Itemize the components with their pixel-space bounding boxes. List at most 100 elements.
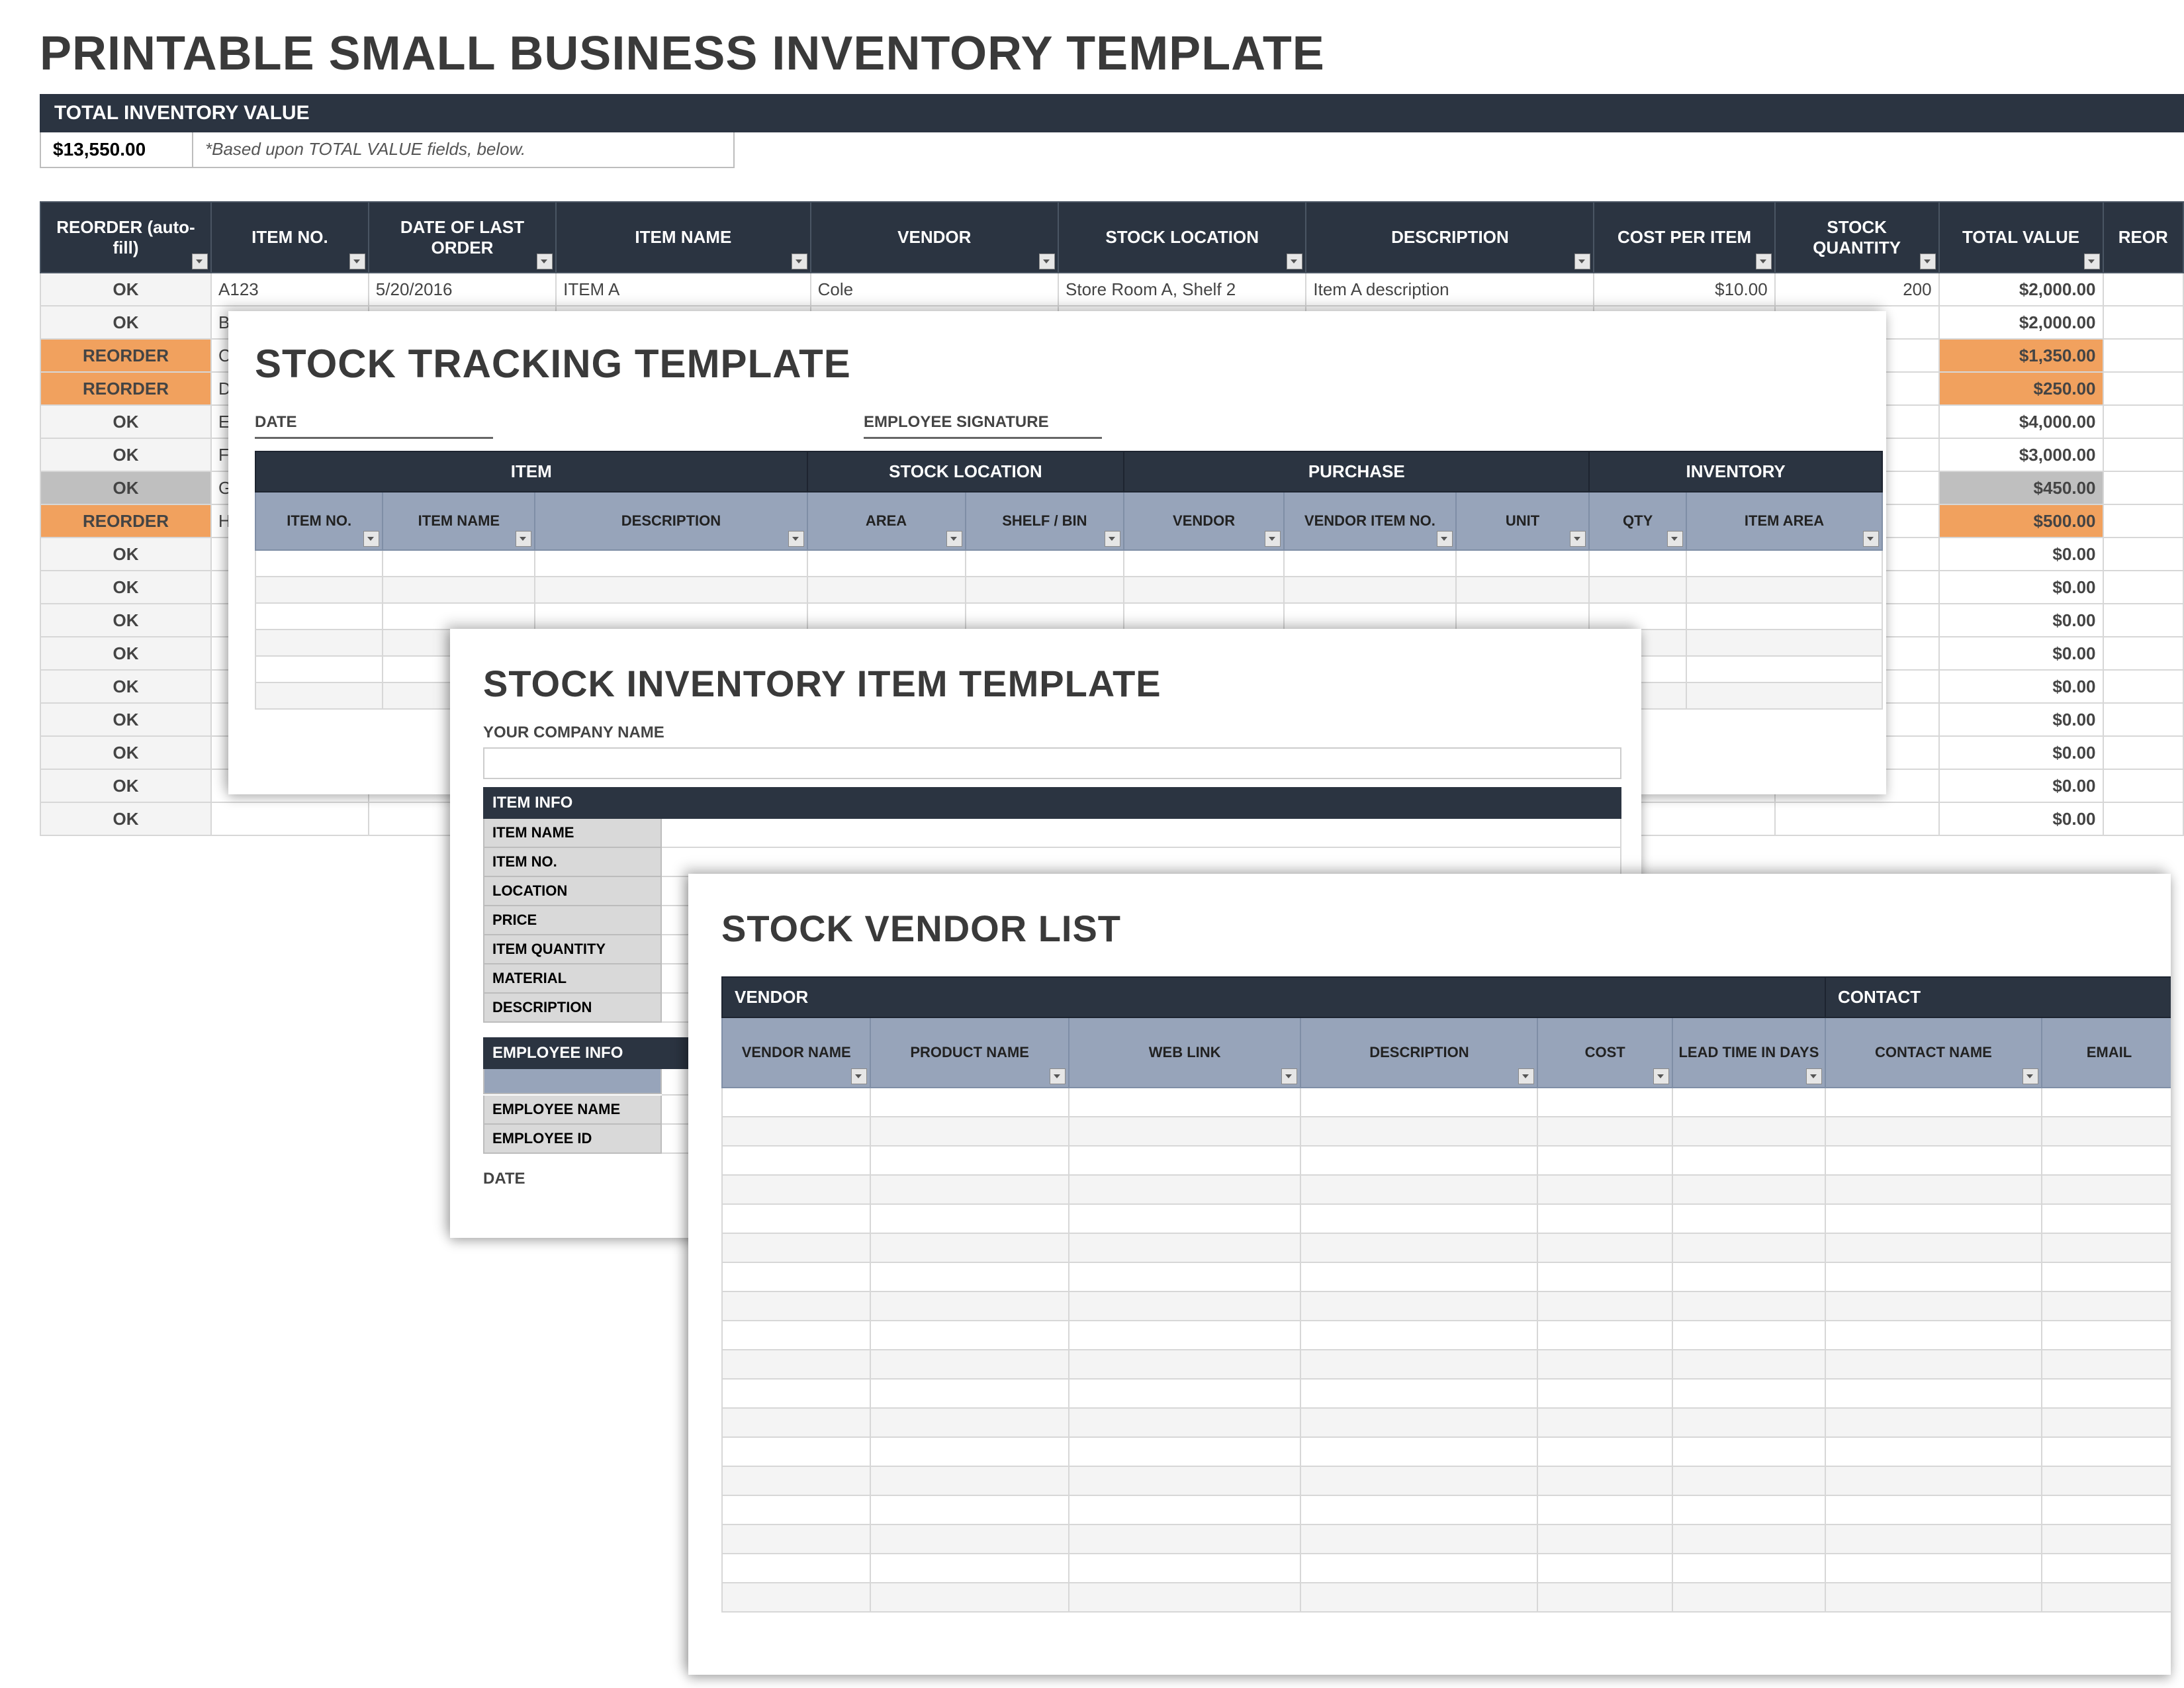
sub-item-name[interactable]: ITEM NAME <box>383 492 535 550</box>
cell-reor-cut[interactable] <box>2103 670 2184 703</box>
col-item-name[interactable]: ITEM NAME <box>556 202 811 273</box>
col-cost[interactable]: COST PER ITEM <box>1594 202 1774 273</box>
cell-qty[interactable] <box>1775 802 1939 835</box>
col-vendor[interactable]: VENDOR <box>811 202 1058 273</box>
sub-cost[interactable]: COST <box>1537 1017 1672 1088</box>
cell-reor-cut[interactable] <box>2103 571 2184 604</box>
col-item-no[interactable]: ITEM NO. <box>211 202 369 273</box>
sub-unit[interactable]: UNIT <box>1456 492 1589 550</box>
cell-reor-cut[interactable] <box>2103 802 2184 835</box>
filter-icon[interactable] <box>192 254 208 269</box>
sub-description[interactable]: DESCRIPTION <box>535 492 807 550</box>
filter-icon[interactable] <box>1667 531 1683 547</box>
reorder-status: OK <box>40 703 211 736</box>
sub-shelf[interactable]: SHELF / BIN <box>966 492 1124 550</box>
filter-icon[interactable] <box>1281 1068 1297 1084</box>
table-row <box>255 577 1882 603</box>
col-stock-location[interactable]: STOCK LOCATION <box>1058 202 1306 273</box>
form-label: PRICE <box>483 906 662 935</box>
reorder-status: REORDER <box>40 339 211 372</box>
sub-item-no[interactable]: ITEM NO. <box>255 492 383 550</box>
panel-title: STOCK VENDOR LIST <box>721 907 2171 950</box>
filter-icon[interactable] <box>851 1068 867 1084</box>
filter-icon[interactable] <box>1265 531 1281 547</box>
filter-icon[interactable] <box>1518 1068 1534 1084</box>
col-total[interactable]: TOTAL VALUE <box>1939 202 2103 273</box>
table-row <box>722 1233 2171 1262</box>
sub-email[interactable]: EMAIL <box>2042 1017 2171 1088</box>
filter-icon[interactable] <box>792 254 807 269</box>
cell-reor-cut[interactable] <box>2103 471 2184 504</box>
date-input-line[interactable] <box>255 433 493 439</box>
cell-reor-cut[interactable] <box>2103 372 2184 405</box>
table-row <box>722 1379 2171 1408</box>
cell-reor-cut[interactable] <box>2103 306 2184 339</box>
cell-reor-cut[interactable] <box>2103 504 2184 538</box>
col-reorder[interactable]: REORDER (auto-fill) <box>40 202 211 273</box>
form-label: ITEM NAME <box>483 819 662 848</box>
cell-reor-cut[interactable] <box>2103 703 2184 736</box>
cell-reor-cut[interactable] <box>2103 637 2184 670</box>
cell-reor-cut[interactable] <box>2103 769 2184 802</box>
cell-reor-cut[interactable] <box>2103 405 2184 438</box>
reorder-status: OK <box>40 405 211 438</box>
sub-description[interactable]: DESCRIPTION <box>1300 1017 1537 1088</box>
filter-icon[interactable] <box>1437 531 1453 547</box>
filter-icon[interactable] <box>1920 254 1936 269</box>
sub-vendor-name[interactable]: VENDOR NAME <box>722 1017 870 1088</box>
cell-description[interactable]: Item A description <box>1306 273 1594 306</box>
filter-icon[interactable] <box>1653 1068 1669 1084</box>
cell-reor-cut[interactable] <box>2103 538 2184 571</box>
filter-icon[interactable] <box>363 531 379 547</box>
reorder-status: REORDER <box>40 372 211 405</box>
cell-qty[interactable]: 200 <box>1775 273 1939 306</box>
cell-stock-location[interactable]: Store Room A, Shelf 2 <box>1058 273 1306 306</box>
col-date[interactable]: DATE OF LAST ORDER <box>369 202 556 273</box>
sub-area[interactable]: AREA <box>807 492 966 550</box>
signature-input-line[interactable] <box>864 433 1102 439</box>
filter-icon[interactable] <box>537 254 553 269</box>
filter-icon[interactable] <box>516 531 531 547</box>
form-value[interactable] <box>662 848 1621 877</box>
filter-icon[interactable] <box>788 531 804 547</box>
form-value[interactable] <box>662 819 1621 848</box>
cell-reor-cut[interactable] <box>2103 736 2184 769</box>
col-qty[interactable]: STOCK QUANTITY <box>1775 202 1939 273</box>
filter-icon[interactable] <box>1806 1068 1822 1084</box>
filter-icon[interactable] <box>946 531 962 547</box>
cell-date[interactable]: 5/20/2016 <box>369 273 556 306</box>
cell-vendor[interactable]: Cole <box>811 273 1058 306</box>
company-name-input[interactable] <box>483 747 1621 779</box>
cell-reor-cut[interactable] <box>2103 438 2184 471</box>
cell-cost[interactable]: $10.00 <box>1594 273 1774 306</box>
filter-icon[interactable] <box>1039 254 1055 269</box>
sub-vendor[interactable]: VENDOR <box>1124 492 1284 550</box>
sub-vendor-item[interactable]: VENDOR ITEM NO. <box>1284 492 1456 550</box>
filter-icon[interactable] <box>1863 531 1879 547</box>
filter-icon[interactable] <box>1050 1068 1066 1084</box>
cell-reor-cut[interactable] <box>2103 339 2184 372</box>
filter-icon[interactable] <box>1756 254 1772 269</box>
sub-product-name[interactable]: PRODUCT NAME <box>870 1017 1068 1088</box>
cell-reor-cut[interactable] <box>2103 604 2184 637</box>
filter-icon[interactable] <box>1570 531 1586 547</box>
filter-icon[interactable] <box>1105 531 1120 547</box>
filter-icon[interactable] <box>1287 254 1302 269</box>
sub-web-link[interactable]: WEB LINK <box>1069 1017 1301 1088</box>
filter-icon[interactable] <box>349 254 365 269</box>
reorder-status: OK <box>40 637 211 670</box>
sub-item-area[interactable]: ITEM AREA <box>1686 492 1882 550</box>
cell-total: $500.00 <box>1939 504 2103 538</box>
sub-lead-time[interactable]: LEAD TIME IN DAYS <box>1672 1017 1825 1088</box>
cell-item-no[interactable] <box>211 802 369 835</box>
cell-item-no[interactable]: A123 <box>211 273 369 306</box>
filter-icon[interactable] <box>2084 254 2100 269</box>
cell-item-name[interactable]: ITEM A <box>556 273 811 306</box>
col-description[interactable]: DESCRIPTION <box>1306 202 1594 273</box>
filter-icon[interactable] <box>2023 1068 2038 1084</box>
sub-contact-name[interactable]: CONTACT NAME <box>1825 1017 2042 1088</box>
col-reor-cut[interactable]: REOR <box>2103 202 2184 273</box>
cell-reor-cut[interactable] <box>2103 273 2184 306</box>
sub-qty[interactable]: QTY <box>1589 492 1686 550</box>
filter-icon[interactable] <box>1574 254 1590 269</box>
